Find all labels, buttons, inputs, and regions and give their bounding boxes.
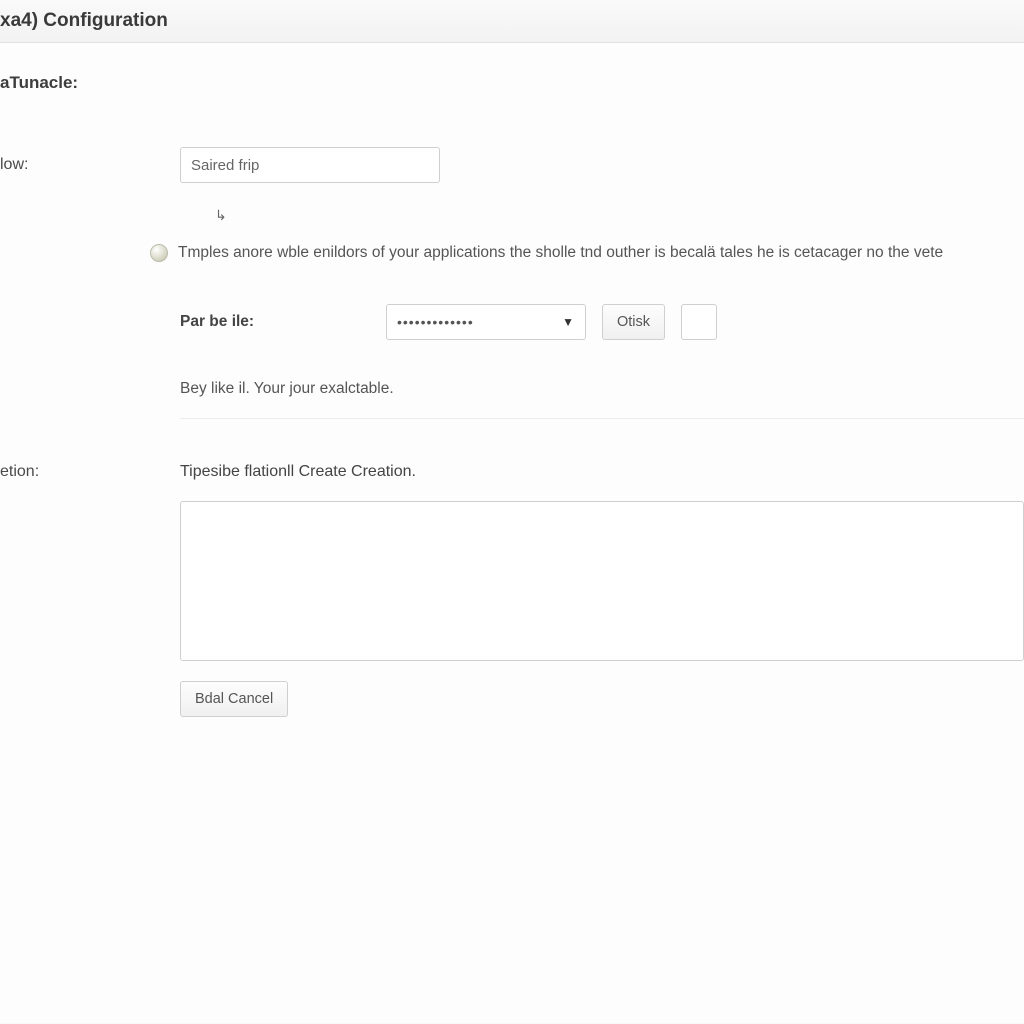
divider (180, 418, 1024, 419)
aux-box[interactable] (681, 304, 717, 340)
low-input[interactable] (180, 147, 440, 183)
sub-description: Bey like il. Your jour exalctable. (180, 380, 1024, 398)
config-form: aTunacle: low: ↳ Tmples anore wble enild… (0, 43, 1024, 1023)
creation-heading: Tipesibe flationll Create Creation. (180, 463, 1024, 481)
par-be-dropdown[interactable]: ••••••••••••• ▼ (386, 304, 586, 340)
section-header: aTunacle: (0, 73, 180, 93)
info-icon (150, 244, 168, 262)
dropdown-value: ••••••••••••• (397, 314, 474, 330)
cancel-button[interactable]: Bdal Cancel (180, 681, 288, 717)
creation-textarea[interactable] (180, 501, 1024, 661)
chevron-down-icon: ▼ (562, 315, 575, 329)
cursor-icon: ↳ (215, 207, 1024, 224)
field-label-etion: etion: (0, 463, 180, 481)
otisk-button[interactable]: Otisk (602, 304, 665, 340)
field-label-par-be: Par be ile: (180, 313, 370, 331)
window-title: xa4) Configuration (0, 10, 168, 31)
window-title-bar: xa4) Configuration (0, 0, 1024, 43)
field-label-low: low: (0, 156, 180, 174)
info-text: Tmples anore wble enildors of your appli… (178, 242, 943, 264)
